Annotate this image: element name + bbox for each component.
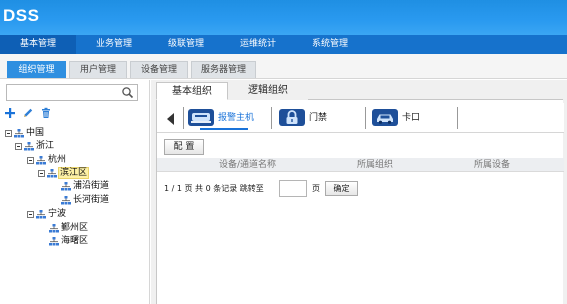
tree-node-label: 中国	[26, 128, 45, 138]
tab-device-management[interactable]: 设备管理	[130, 61, 188, 78]
nav-cascade-management[interactable]: 级联管理	[148, 35, 224, 54]
main-nav: 基本管理 业务管理 级联管理 运维统计 系统管理	[0, 35, 567, 54]
tree-node-label: 浦沿街道	[73, 181, 110, 191]
tab-user-management[interactable]: 用户管理	[69, 61, 127, 78]
app-logo: DSS	[3, 6, 40, 25]
divider	[183, 107, 184, 129]
arrow-left-icon[interactable]	[167, 113, 174, 125]
tree-node-label: 浙江	[36, 141, 55, 151]
tab-organization-management[interactable]: 组织管理	[7, 61, 66, 78]
collapse-icon[interactable]	[15, 143, 22, 150]
active-underline	[200, 128, 248, 130]
tree-node-label: 杭州	[48, 155, 67, 165]
tree-node-label: 滨江区	[58, 167, 90, 179]
org-icon	[49, 237, 59, 246]
device-type-alarm-host[interactable]: 报警主机	[188, 107, 268, 130]
pager-summary: 1 / 1 页 共 0 条记录 跳转至	[164, 184, 264, 193]
org-icon	[49, 224, 59, 233]
tree-search-box	[6, 84, 138, 101]
channel-table-header: 设备/通道名称 所属组织 所属设备	[157, 158, 564, 172]
sub-tab-bar: 组织管理 用户管理 设备管理 服务器管理	[0, 54, 567, 79]
device-type-label: 报警主机	[218, 113, 255, 123]
divider	[457, 107, 458, 129]
app-header: DSS	[0, 0, 567, 35]
nav-business-management[interactable]: 业务管理	[76, 35, 152, 54]
org-icon	[36, 210, 46, 219]
device-type-checkpoint[interactable]: 卡口	[372, 107, 452, 129]
column-header-organization[interactable]: 所属组织	[357, 158, 393, 172]
tree-node-hangzhou[interactable]: 杭州	[27, 154, 67, 167]
collapse-icon[interactable]	[27, 157, 34, 164]
tree-node-binjiang[interactable]: 滨江区	[38, 167, 90, 180]
tree-node-ningbo[interactable]: 宁波	[27, 208, 67, 221]
delete-icon[interactable]	[40, 107, 52, 119]
tab-basic-organization[interactable]: 基本组织	[156, 82, 228, 100]
column-header-channel-name[interactable]: 设备/通道名称	[219, 158, 276, 172]
device-type-label: 门禁	[309, 113, 328, 123]
device-type-access-control[interactable]: 门禁	[279, 107, 359, 129]
checkpoint-car-icon	[372, 109, 398, 126]
confirm-button[interactable]: 确定	[325, 181, 358, 196]
device-panel: 报警主机 门禁 卡口 配 置 设备/通道名称 所属组织 所属设备 1 / 1 页…	[156, 100, 564, 304]
org-icon	[47, 169, 57, 178]
org-tree-panel: 中国 浙江 杭州 滨江区 浦沿街道 长河街道 宁波 鄞州区 海曙区	[0, 80, 150, 304]
config-button[interactable]: 配 置	[164, 139, 204, 155]
edit-icon[interactable]	[22, 107, 34, 119]
tree-node-changhe[interactable]: 长河街道	[61, 194, 110, 207]
tree-node-label: 鄞州区	[61, 223, 89, 233]
column-header-device[interactable]: 所属设备	[474, 158, 510, 172]
divider	[365, 107, 366, 129]
tree-node-china[interactable]: 中国	[5, 127, 45, 140]
tree-search-input[interactable]	[7, 85, 119, 100]
tree-node-label: 宁波	[48, 209, 67, 219]
org-icon	[61, 196, 71, 205]
tree-node-puyan[interactable]: 浦沿街道	[61, 180, 110, 193]
main-content: 基本组织 逻辑组织 报警主机 门禁 卡口 配 置 设备/通道名称 所属组织 所属…	[151, 80, 567, 304]
nav-basic-management[interactable]: 基本管理	[0, 35, 76, 54]
page-jump-input[interactable]	[279, 180, 307, 197]
org-icon	[24, 142, 34, 151]
alarm-host-icon	[188, 109, 214, 126]
org-icon	[36, 156, 46, 165]
collapse-icon[interactable]	[5, 130, 12, 137]
tree-node-yinzhou[interactable]: 鄞州区	[49, 222, 89, 235]
tree-node-haishu[interactable]: 海曙区	[49, 235, 89, 248]
nav-operations-stats[interactable]: 运维统计	[220, 35, 296, 54]
collapse-icon[interactable]	[27, 211, 34, 218]
tab-server-management[interactable]: 服务器管理	[191, 61, 256, 78]
org-icon	[14, 129, 24, 138]
collapse-icon[interactable]	[38, 170, 45, 177]
device-type-label: 卡口	[402, 113, 421, 123]
tab-logical-organization[interactable]: 逻辑组织	[228, 82, 308, 100]
page-unit-label: 页	[312, 184, 320, 193]
access-control-lock-icon	[279, 109, 305, 126]
tree-node-zhejiang[interactable]: 浙江	[15, 140, 55, 153]
org-type-tabs: 基本组织 逻辑组织	[156, 82, 563, 100]
tree-node-label: 海曙区	[61, 236, 89, 246]
tree-node-label: 长河街道	[73, 195, 110, 205]
search-icon[interactable]	[121, 86, 134, 99]
add-icon[interactable]	[4, 107, 16, 119]
nav-system-management[interactable]: 系统管理	[292, 35, 368, 54]
device-type-bar: 报警主机 门禁 卡口	[157, 103, 564, 133]
divider	[271, 107, 272, 129]
org-icon	[61, 182, 71, 191]
